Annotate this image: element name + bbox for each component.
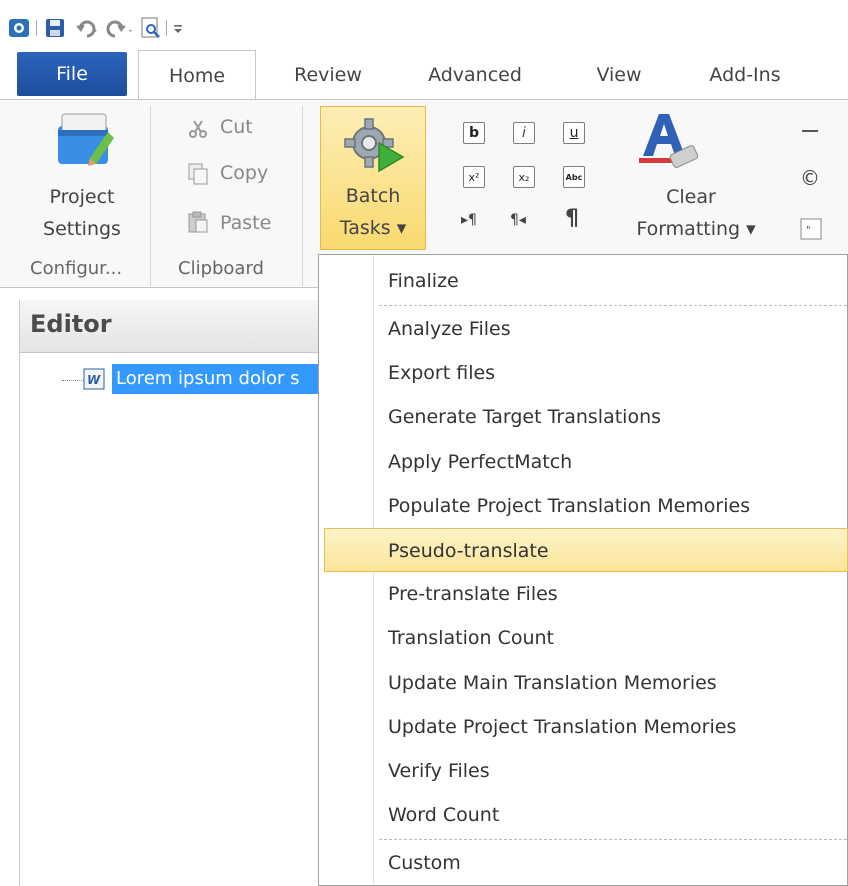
batch-tasks-label-1: Batch — [345, 185, 401, 207]
menu-item-verify-files[interactable]: Verify Files — [319, 749, 847, 793]
redo-icon[interactable] — [106, 17, 134, 39]
show-formatting-button[interactable]: ¶ — [565, 206, 579, 231]
menu-item-translation-count[interactable]: Translation Count — [319, 616, 847, 660]
group-divider — [302, 106, 303, 252]
group-divider — [150, 252, 151, 286]
batch-tasks-label-2: Tasks ▾ — [339, 217, 407, 239]
paste-icon — [188, 211, 208, 233]
editor-title: Editor — [30, 310, 112, 338]
menu-item-label: Finalize — [388, 270, 459, 292]
menu-item-pre-translate-files[interactable]: Pre-translate Files — [319, 572, 847, 616]
menu-item-label: Populate Project Translation Memories — [388, 495, 751, 517]
cut-icon — [189, 120, 207, 138]
document-tree-item[interactable]: Lorem ipsum dolor s — [112, 364, 324, 394]
paste-button[interactable]: Paste — [220, 212, 271, 234]
clear-formatting-label-1[interactable]: Clear — [626, 186, 756, 208]
toolbar-divider — [166, 20, 167, 36]
toolbar-divider — [36, 20, 37, 36]
menu-item-label: Verify Files — [388, 760, 490, 782]
menu-separator — [379, 305, 847, 306]
undo-icon[interactable] — [74, 17, 100, 39]
menu-item-apply-perfectmatch[interactable]: Apply PerfectMatch — [319, 440, 847, 484]
tab-review[interactable]: Review — [283, 50, 373, 100]
ribbon-tabs: File Home Review Advanced View Add-Ins — [0, 50, 848, 100]
editor-header: Editor — [20, 300, 320, 353]
menu-separator — [379, 839, 847, 840]
menu-item-pseudo-translate[interactable]: Pseudo-translate — [324, 528, 848, 572]
project-settings-icon — [58, 113, 114, 166]
subscript-button[interactable]: x₂ — [513, 166, 535, 188]
svg-text:": " — [806, 225, 811, 236]
group-divider — [150, 106, 151, 252]
menu-item-label: Pseudo-translate — [388, 540, 549, 562]
app-icon[interactable] — [8, 17, 30, 39]
rtl-mark-button[interactable]: ¶◂ — [510, 212, 526, 228]
small-caps-button[interactable]: Abc — [563, 166, 585, 188]
tab-home[interactable]: Home — [138, 50, 256, 100]
svg-text:W: W — [87, 373, 101, 387]
project-settings-label-1[interactable]: Project — [36, 186, 128, 208]
tree-connector — [62, 380, 84, 381]
menu-item-label: Export files — [388, 362, 496, 384]
save-icon[interactable] — [44, 17, 66, 39]
menu-item-label: Apply PerfectMatch — [388, 451, 573, 473]
menu-item-export-files[interactable]: Export files — [319, 351, 847, 395]
clear-formatting-label-2[interactable]: Formatting ▾ — [626, 218, 766, 240]
word-document-icon: W — [83, 368, 105, 390]
quote-icon[interactable]: " — [800, 218, 822, 240]
menu-item-label: Update Project Translation Memories — [388, 716, 737, 738]
tab-file[interactable]: File — [17, 52, 127, 96]
batch-tasks-menu: Finalize Analyze Files Export files Gene… — [318, 254, 848, 886]
customize-icon[interactable] — [172, 17, 184, 39]
menu-item-label: Translation Count — [388, 627, 554, 649]
underline-button[interactable]: u — [563, 122, 585, 144]
configuration-group-label: Configur... — [30, 258, 123, 279]
menu-item-word-count[interactable]: Word Count — [319, 793, 847, 837]
menu-item-label: Pre-translate Files — [388, 583, 558, 605]
quick-access-toolbar — [0, 0, 848, 50]
menu-item-update-project-tm[interactable]: Update Project Translation Memories — [319, 705, 847, 749]
menu-item-label: Custom — [388, 852, 461, 874]
print-preview-icon[interactable] — [140, 17, 162, 39]
menu-item-label: Update Main Translation Memories — [388, 672, 717, 694]
clipboard-group-label: Clipboard — [178, 258, 264, 279]
menu-item-update-main-tm[interactable]: Update Main Translation Memories — [319, 661, 847, 705]
copyright-button[interactable]: © — [800, 166, 820, 190]
gear-play-icon — [344, 118, 405, 173]
menu-item-custom[interactable]: Custom — [319, 841, 847, 885]
menu-item-populate-project-tm[interactable]: Populate Project Translation Memories — [319, 484, 847, 528]
dash-icon[interactable] — [802, 130, 818, 132]
copy-button[interactable]: Copy — [220, 162, 268, 184]
menu-item-label: Analyze Files — [388, 318, 511, 340]
batch-tasks-button[interactable]: Batch Tasks ▾ — [320, 106, 426, 250]
italic-button[interactable]: i — [513, 122, 535, 144]
editor-pane: Editor W Lorem ipsum dolor s — [19, 300, 324, 886]
superscript-button[interactable]: x² — [463, 166, 485, 188]
ltr-mark-button[interactable]: ▸¶ — [461, 212, 477, 228]
project-settings-label-2[interactable]: Settings — [36, 218, 128, 240]
menu-item-label: Word Count — [388, 804, 500, 826]
bold-button[interactable]: b — [463, 122, 485, 144]
tab-advanced[interactable]: Advanced — [416, 50, 534, 100]
menu-item-finalize[interactable]: Finalize — [319, 259, 847, 303]
menu-item-analyze-files[interactable]: Analyze Files — [319, 307, 847, 351]
menu-item-label: Generate Target Translations — [388, 406, 662, 428]
clear-formatting-icon — [639, 114, 699, 168]
cut-button[interactable]: Cut — [220, 116, 253, 138]
group-divider — [302, 252, 303, 286]
tab-add-ins[interactable]: Add-Ins — [690, 50, 800, 100]
tab-view[interactable]: View — [588, 50, 650, 100]
copy-icon — [188, 163, 208, 185]
menu-item-generate-target-translations[interactable]: Generate Target Translations — [319, 395, 847, 439]
